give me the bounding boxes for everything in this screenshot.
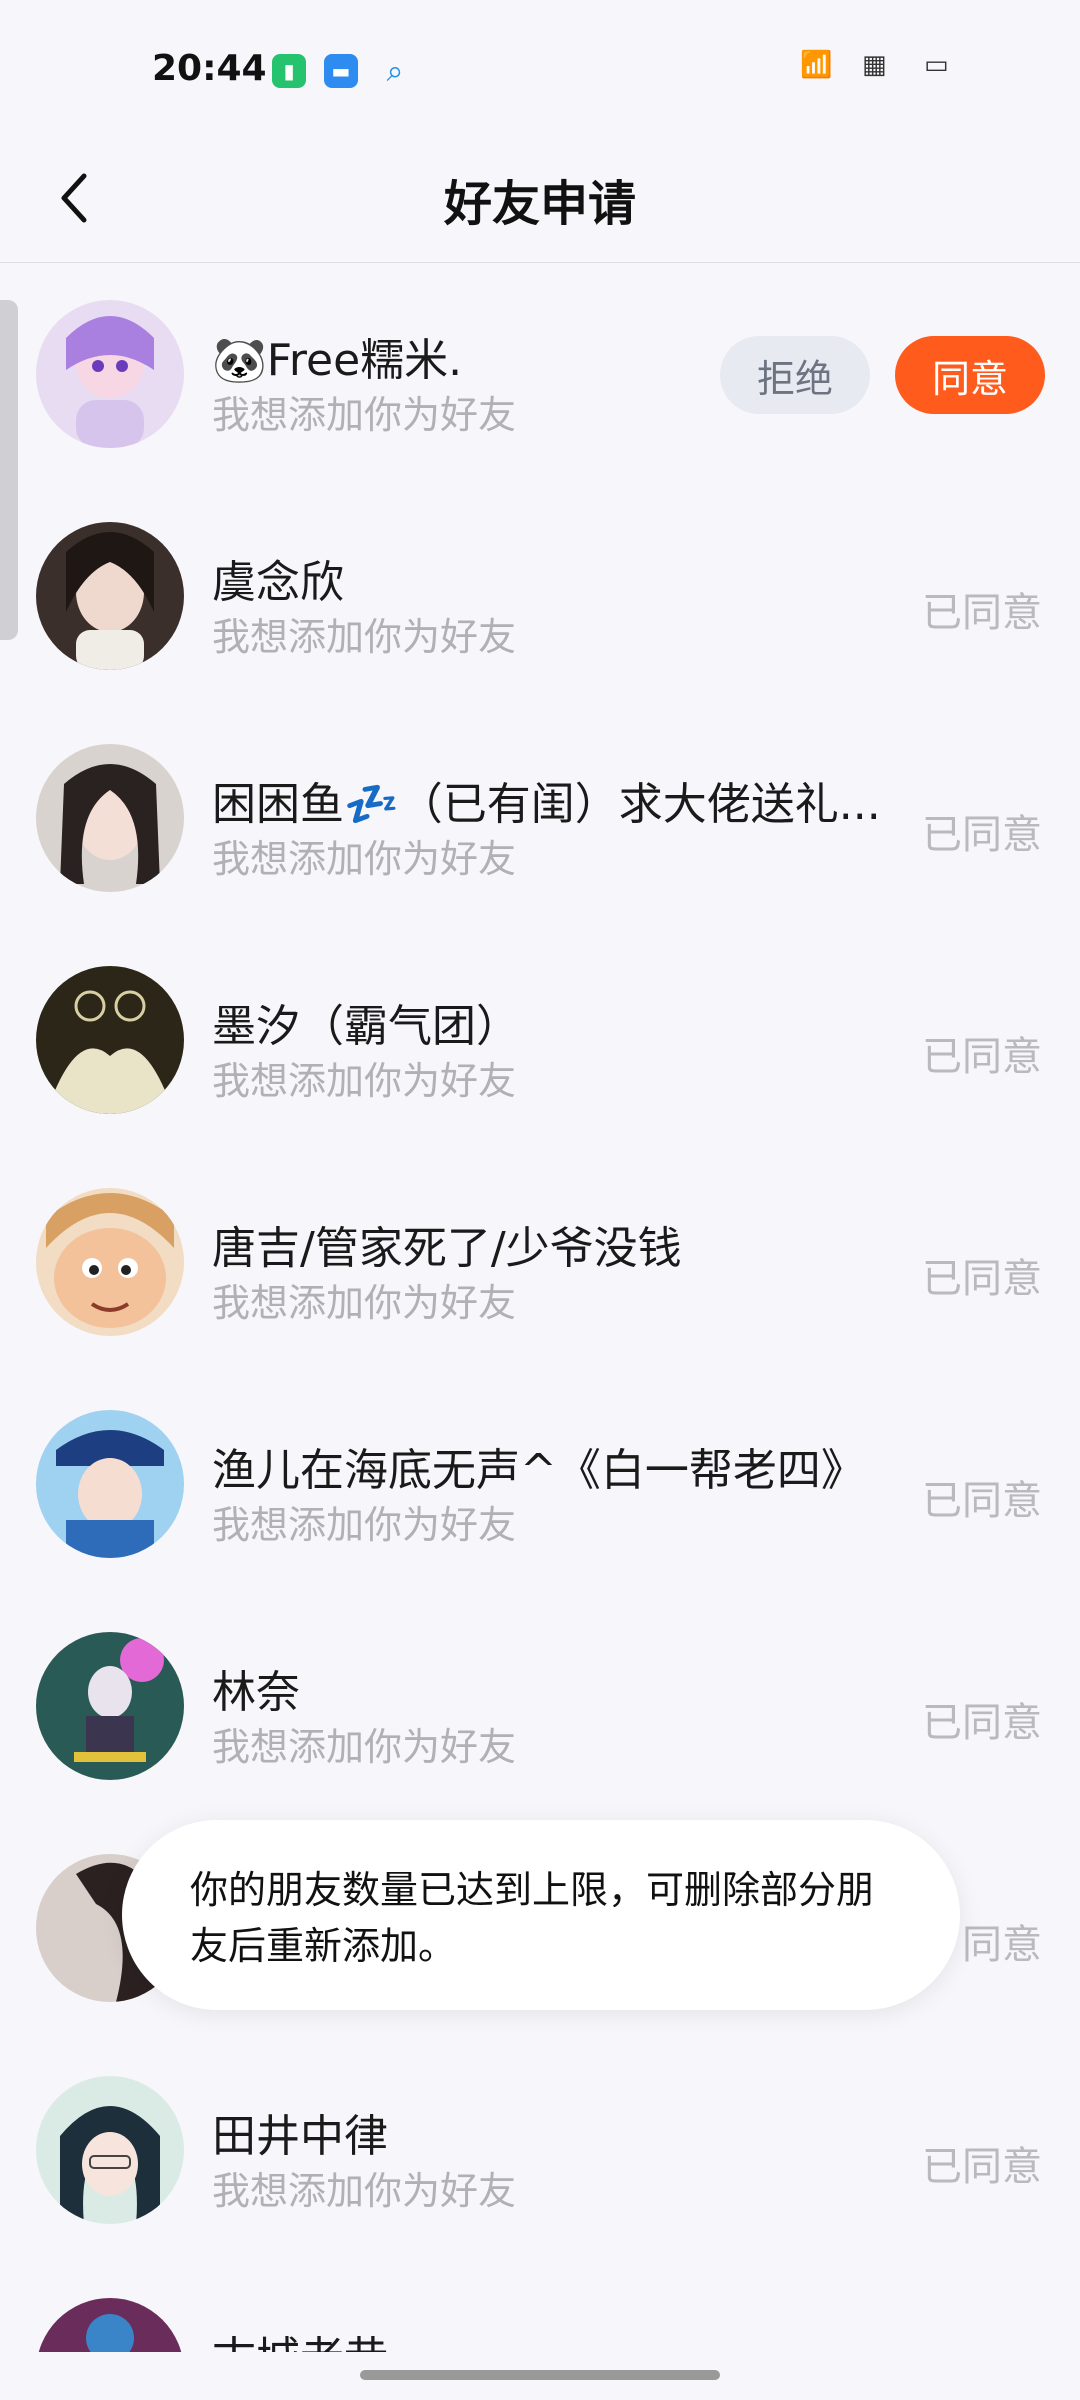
requester-name: 困困鱼💤（已有闺）求大佬送礼... — [212, 779, 881, 830]
toast-message: 你的朋友数量已达到上限，可删除部分朋友后重新添加。 — [190, 1868, 875, 1968]
folder-app-icon: ▬ — [324, 54, 358, 88]
requester-name: 唐吉/管家死了/少爷没钱 — [212, 1223, 682, 1274]
header-bar: 好友申请 — [0, 140, 1080, 263]
signal-icon: 📶 — [800, 50, 833, 80]
battery-app-icon: ▮ — [272, 54, 306, 88]
status-time: 20:44 — [152, 48, 267, 89]
battery-icon: ▭ — [924, 50, 949, 80]
list-item[interactable]: 墨汐（霸气团） 我想添加你为好友 已同意 — [0, 928, 1080, 1150]
list-item[interactable]: 🐼Free糯米. 我想添加你为好友 拒绝 同意 — [0, 262, 1080, 484]
list-item[interactable]: 困困鱼💤（已有闺）求大佬送礼... 我想添加你为好友 已同意 — [0, 706, 1080, 928]
request-message: 我想添加你为好友 — [212, 1503, 517, 1547]
avatar[interactable] — [36, 522, 184, 670]
status-bar: 20:44 ▮ ▬ ⌕ 📶 ▦ ▭ — [0, 0, 1080, 140]
requester-name: 虞念欣 — [212, 557, 344, 608]
status-label: 已同意 — [922, 1256, 1042, 1302]
limit-reached-toast: 你的朋友数量已达到上限，可删除部分朋友后重新添加。 — [122, 1820, 960, 2010]
status-label: 已同意 — [922, 1478, 1042, 1524]
status-label: 已同意 — [922, 812, 1042, 858]
requester-name: 渔儿在海底无声^《白一帮老四》 — [212, 1445, 865, 1496]
requester-name: 林奈 — [212, 1667, 300, 1718]
request-message: 我想添加你为好友 — [212, 1059, 517, 1103]
avatar[interactable] — [36, 1632, 184, 1780]
avatar[interactable] — [36, 1410, 184, 1558]
requester-name: 🐼Free糯米. — [212, 335, 463, 386]
requester-name: 田井中律 — [212, 2111, 388, 2162]
requester-name: 墨汐（霸气团） — [212, 1001, 520, 1052]
status-label: 同意 — [962, 1922, 1042, 1968]
request-message: 我想添加你为好友 — [212, 1281, 517, 1325]
accept-button[interactable]: 同意 — [895, 336, 1045, 414]
request-message: 我想添加你为好友 — [212, 1725, 517, 1769]
list-item[interactable]: 田井中律 我想添加你为好友 已同意 — [0, 2038, 1080, 2260]
request-message: 我想添加你为好友 — [212, 837, 517, 881]
avatar[interactable] — [36, 2076, 184, 2224]
list-item[interactable]: 唐吉/管家死了/少爷没钱 我想添加你为好友 已同意 — [0, 1150, 1080, 1372]
avatar[interactable] — [36, 1188, 184, 1336]
status-label: 已同意 — [922, 1700, 1042, 1746]
wifi-icon: ▦ — [862, 50, 887, 80]
search-icon: ⌕ — [386, 53, 404, 89]
request-message: 我想添加你为好友 — [212, 615, 517, 659]
list-item[interactable]: 古城老巷 — [0, 2260, 1080, 2352]
list-item[interactable]: 林奈 我想添加你为好友 已同意 — [0, 1594, 1080, 1816]
home-indicator[interactable] — [360, 2370, 720, 2380]
status-label: 已同意 — [922, 590, 1042, 636]
request-message: 我想添加你为好友 — [212, 2169, 517, 2213]
friend-request-list: 🐼Free糯米. 我想添加你为好友 拒绝 同意 虞念欣 我想添加你为好友 已同意 — [0, 262, 1080, 2352]
list-item[interactable]: 虞念欣 我想添加你为好友 已同意 — [0, 484, 1080, 706]
status-label: 已同意 — [922, 1034, 1042, 1080]
page-title: 好友申请 — [443, 176, 636, 232]
requester-name: 古城老巷 — [212, 2322, 902, 2352]
avatar[interactable] — [36, 300, 184, 448]
reject-button[interactable]: 拒绝 — [720, 336, 870, 414]
request-message: 我想添加你为好友 — [212, 393, 517, 437]
status-label: 已同意 — [922, 2144, 1042, 2190]
avatar[interactable] — [36, 966, 184, 1114]
avatar[interactable] — [36, 744, 184, 892]
avatar[interactable] — [36, 2298, 184, 2352]
list-item[interactable]: 渔儿在海底无声^《白一帮老四》 我想添加你为好友 已同意 — [0, 1372, 1080, 1594]
